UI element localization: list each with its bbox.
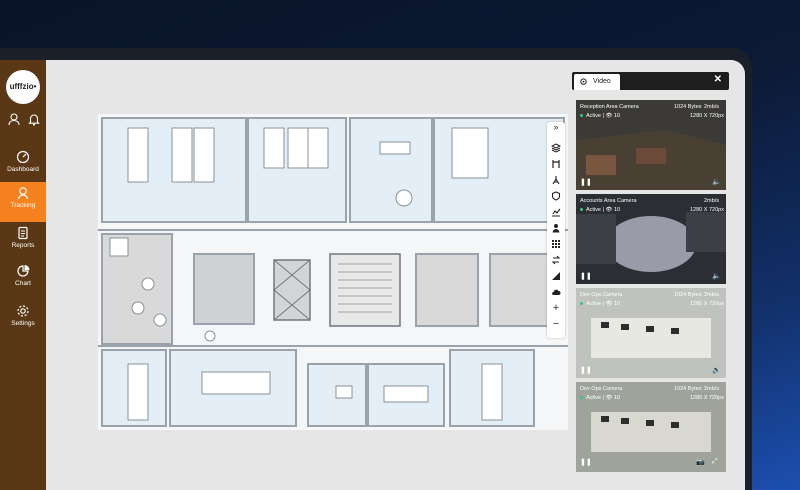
location-pin-icon [17, 187, 29, 200]
camera-resolution: 1280 X 720px [690, 113, 724, 119]
camera-name: Reception Area Camera [580, 104, 639, 110]
camera-name: Dev Ops Camera [580, 386, 623, 392]
route-icon[interactable] [547, 156, 565, 172]
zoom-out-icon[interactable]: − [547, 318, 565, 334]
camera-name: Accounts Area Camera [580, 198, 637, 204]
nav-chart[interactable]: Chart [0, 260, 46, 300]
camera-name: Dev Ops Camera [580, 292, 623, 298]
pause-icon[interactable]: ❚❚ [580, 366, 592, 374]
camera-rate: 2mb/s [704, 292, 719, 298]
close-icon[interactable]: ✕ [714, 74, 722, 85]
active-dot-icon [580, 396, 583, 400]
nav-reports[interactable]: Reports [0, 222, 46, 262]
camera-rate: 2mb/s [704, 386, 719, 392]
pause-icon[interactable]: ❚❚ [580, 458, 592, 466]
camera-feed[interactable]: Reception Area Camera 1024 Bytes 2mb/s A… [576, 100, 726, 190]
pause-icon[interactable]: ❚❚ [580, 272, 592, 280]
gauge-icon [16, 150, 30, 164]
tab-video[interactable]: Video [574, 74, 620, 90]
header-icons [0, 112, 46, 130]
camera-feed[interactable]: Dev Ops Camera 1024 Bytes 2mb/s Active |… [576, 382, 726, 472]
camera-feed[interactable]: Dev Ops Camera 1024 Bytes 2mb/s Active |… [576, 288, 726, 378]
video-panel: Video ✕ Reception Area Camera 1024 Bytes… [572, 60, 729, 478]
nav-settings[interactable]: Settings [0, 300, 46, 340]
camera-bytes: 1024 Bytes [674, 292, 702, 298]
camera-status: Active | 👁 10 [580, 207, 620, 213]
map-toolbar: » + − [547, 122, 565, 338]
active-dot-icon [580, 114, 583, 118]
pause-icon[interactable]: ❚❚ [580, 178, 592, 186]
camera-resolution: 1280 X 720px [690, 301, 724, 307]
camera-rate: 2mb/s [704, 104, 719, 110]
user-icon[interactable] [7, 112, 21, 126]
person-icon[interactable] [547, 220, 565, 236]
bell-icon[interactable] [27, 112, 41, 126]
camera-status: Active | 👁 10 [580, 301, 620, 307]
tower-icon[interactable] [547, 172, 565, 188]
nav-tracking[interactable]: Tracking [0, 182, 46, 222]
layers-icon[interactable] [547, 140, 565, 156]
exchange-icon[interactable] [547, 252, 565, 268]
floor-plan-map[interactable] [98, 114, 568, 430]
camera-feed[interactable]: Accounts Area Camera 2mb/s Active | 👁 10… [576, 194, 726, 284]
document-icon [18, 226, 28, 240]
camera-resolution: 1280 X 720px [690, 207, 724, 213]
expand-icon[interactable]: ⤢ [712, 458, 718, 466]
signal-icon[interactable] [547, 268, 565, 284]
video-panel-header: Video ✕ [572, 72, 729, 90]
nav-label: Settings [11, 320, 35, 327]
camera-pin-icon [580, 78, 587, 85]
volume-icon[interactable]: 🔈 [712, 272, 721, 280]
nav-label: Chart [15, 280, 31, 287]
nav-label: Reports [11, 242, 35, 249]
nav-dashboard[interactable]: Dashboard [0, 146, 46, 186]
grid-icon[interactable] [547, 236, 565, 252]
app-screen: ufffzio• Dashboard Tracking Reports Char… [0, 60, 745, 490]
active-dot-icon [580, 302, 583, 306]
zoom-in-icon[interactable]: + [547, 302, 565, 318]
nav-label: Tracking [10, 202, 36, 209]
sidebar: ufffzio• Dashboard Tracking Reports Char… [0, 60, 46, 490]
nav-label: Dashboard [7, 166, 39, 173]
brand-logo: ufffzio• [6, 70, 40, 104]
cloud-icon[interactable] [547, 284, 565, 300]
camera-rate: 2mb/s [704, 198, 719, 204]
shield-icon[interactable] [547, 188, 565, 204]
pie-chart-icon [17, 265, 30, 277]
camera-bytes: 1024 Bytes [674, 386, 702, 392]
monitor-frame: ufffzio• Dashboard Tracking Reports Char… [0, 48, 752, 490]
camera-status: Active | 👁 10 [580, 395, 620, 401]
camera-resolution: 1280 X 720px [690, 395, 724, 401]
camera-bytes: 1024 Bytes [674, 104, 702, 110]
camera-status: Active | 👁 10 [580, 113, 620, 119]
tab-video-label: Video [593, 78, 611, 85]
gear-icon [17, 305, 29, 317]
volume-icon[interactable]: 🔈 [712, 178, 721, 186]
collapse-icon[interactable]: » [547, 122, 565, 138]
active-dot-icon [580, 208, 583, 212]
snapshot-icon[interactable]: 📷 [696, 458, 705, 466]
chart-icon[interactable] [547, 204, 565, 220]
volume-icon[interactable]: 🔈 [712, 366, 721, 374]
